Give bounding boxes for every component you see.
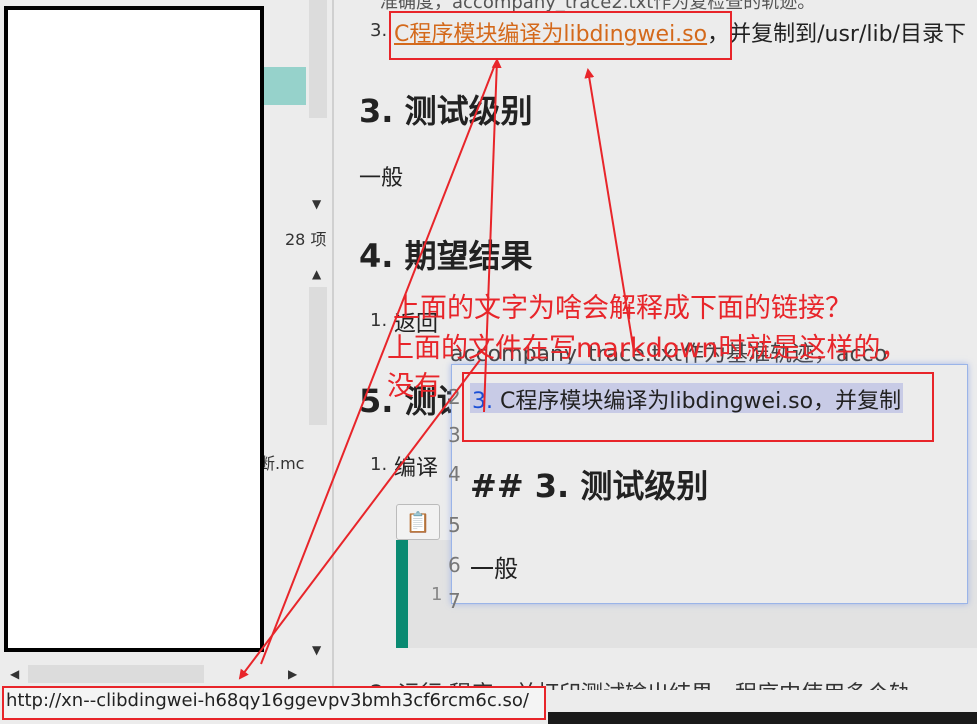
arrow-annotation-to-link: [584, 68, 635, 353]
arrow-link-to-url-line: [260, 61, 497, 665]
status-bar-url: http://xn--clibdingwei-h68qy16ggevpv3bmh…: [6, 690, 529, 711]
arrow-source-to-link: [483, 58, 502, 413]
taskbar-strip: [548, 712, 977, 724]
annotation-arrows: [238, 58, 635, 680]
